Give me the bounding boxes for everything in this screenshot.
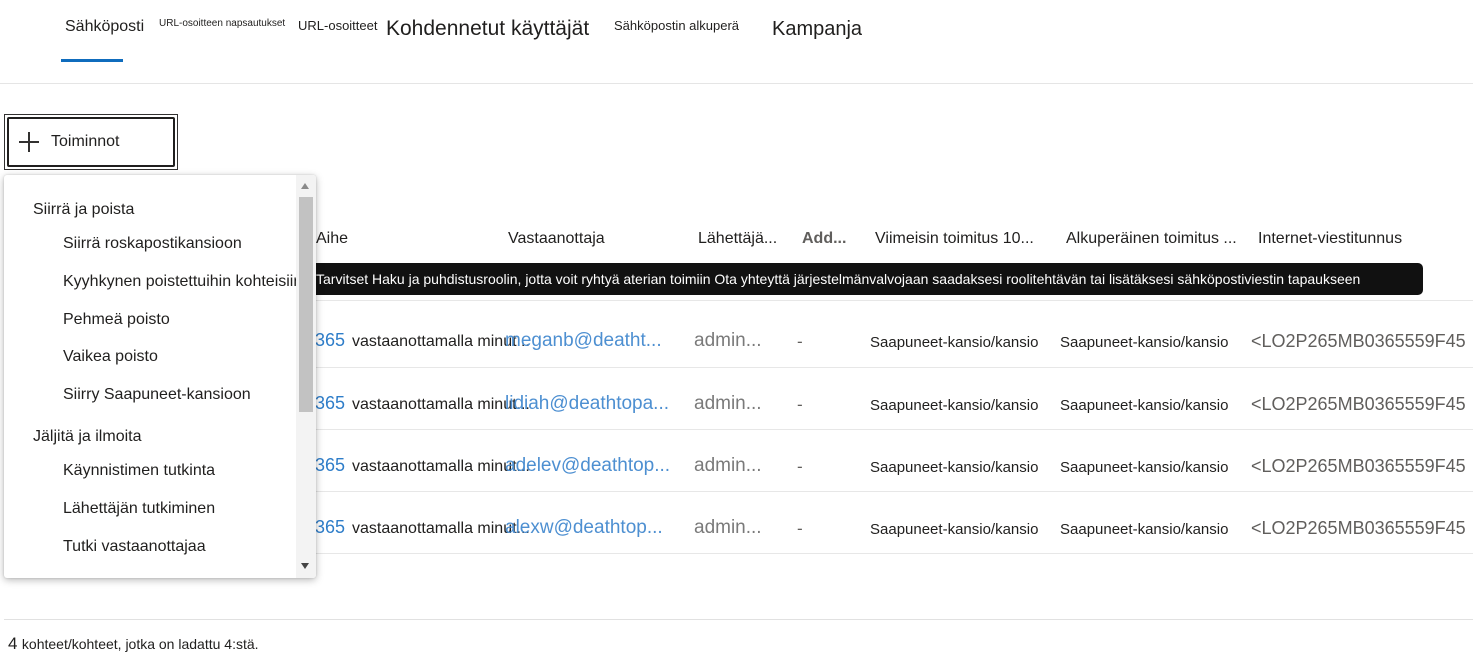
sender-cell: admin... [694, 455, 762, 476]
column-header-message-id[interactable]: Internet-viestitunnus [1258, 230, 1468, 248]
items-loaded-status: 4 kohteet/kohteet, jotka on ladattu 4:st… [8, 634, 259, 654]
row-divider [315, 429, 1473, 430]
menu-item-investigate-recipient[interactable]: Tutki vastaanottajaa [63, 538, 206, 556]
permission-tooltip: Tarvitset Haku ja puhdistusroolin, jotta… [303, 263, 1423, 295]
subject-number: 365 [315, 330, 346, 350]
footer-divider [4, 619, 1473, 620]
original-delivery-cell: Saapuneet-kansio/kansio [1060, 397, 1229, 414]
tab-email[interactable]: Sähköposti [65, 18, 144, 36]
active-tab-indicator [61, 59, 123, 62]
column-header-latest-delivery[interactable]: Viimeisin toimitus 10... [875, 230, 1055, 248]
recipient-link[interactable]: adelev@deathtop... [505, 455, 685, 477]
tab-campaign[interactable]: Kampanja [772, 18, 862, 41]
actions-dropdown-menu: Siirrä ja poista Siirrä roskapostikansio… [4, 175, 316, 578]
menu-item-move-to-inbox[interactable]: Siirry Saapuneet-kansioon [63, 386, 251, 404]
actions-label: Toiminnot [51, 133, 120, 150]
header-divider [315, 300, 1473, 301]
menu-group-track-report: Jäljitä ja ilmoita [33, 428, 142, 445]
add-cell: - [797, 457, 803, 476]
menu-item-move-to-deleted[interactable]: Kyyhkynen poistettuihin kohteisiin [63, 273, 302, 291]
row-divider [315, 367, 1473, 368]
latest-delivery-cell: Saapuneet-kansio/kansio [870, 459, 1039, 476]
subject-number: 365 [315, 393, 346, 413]
tab-urls[interactable]: URL-osoitteet [298, 18, 377, 33]
latest-delivery-cell: Saapuneet-kansio/kansio [870, 521, 1039, 538]
scroll-thumb[interactable] [299, 197, 313, 412]
recipient-link[interactable]: meganb@deatht... [505, 330, 685, 352]
original-delivery-cell: Saapuneet-kansio/kansio [1060, 521, 1229, 538]
message-id-cell: <LO2P265MB0365559F45 [1251, 394, 1466, 414]
tab-url-clicks[interactable]: URL-osoitteen napsautukset [159, 18, 285, 29]
recipient-link[interactable]: lidiah@deathtopa... [505, 393, 685, 415]
sender-cell: admin... [694, 517, 762, 538]
plus-icon [19, 132, 39, 152]
column-header-sender[interactable]: Lähettäjä... [698, 230, 793, 248]
loaded-count: 4 [8, 634, 18, 653]
latest-delivery-cell: Saapuneet-kansio/kansio [870, 397, 1039, 414]
message-id-cell: <LO2P265MB0365559F45 [1251, 456, 1466, 476]
scroll-up-arrow-icon[interactable] [301, 183, 309, 189]
row-divider [315, 491, 1473, 492]
menu-item-trigger-investigation[interactable]: Käynnistimen tutkinta [63, 462, 215, 480]
subject-number: 365 [315, 517, 346, 537]
latest-delivery-cell: Saapuneet-kansio/kansio [870, 334, 1039, 351]
menu-item-soft-delete[interactable]: Pehmeä poisto [63, 311, 170, 329]
tab-bar: Sähköposti URL-osoitteen napsautukset UR… [0, 0, 1473, 84]
actions-button[interactable]: Toiminnot [4, 114, 178, 170]
message-id-cell: <LO2P265MB0365559F45 [1251, 518, 1466, 538]
tab-email-origin[interactable]: Sähköpostin alkuperä [614, 18, 739, 33]
menu-group-move-delete: Siirrä ja poista [33, 201, 135, 218]
add-cell: - [797, 519, 803, 538]
add-cell: - [797, 332, 803, 351]
original-delivery-cell: Saapuneet-kansio/kansio [1060, 334, 1229, 351]
recipient-link[interactable]: alexw@deathtop... [505, 517, 685, 539]
column-header-original-delivery[interactable]: Alkuperäinen toimitus ... [1066, 230, 1251, 248]
sender-cell: admin... [694, 330, 762, 351]
actions-button-focus-ring: Toiminnot [7, 117, 175, 167]
menu-scrollbar[interactable] [296, 175, 316, 578]
scroll-down-arrow-icon[interactable] [301, 563, 309, 569]
column-header-recipient[interactable]: Vastaanottaja [508, 230, 688, 248]
message-id-cell: <LO2P265MB0365559F45 [1251, 331, 1466, 351]
subject-number: 365 [315, 455, 346, 475]
menu-item-hard-delete[interactable]: Vaikea poisto [63, 348, 158, 366]
original-delivery-cell: Saapuneet-kansio/kansio [1060, 459, 1229, 476]
column-header-subject[interactable]: Aihe [316, 230, 496, 248]
loaded-text: kohteet/kohteet, jotka on ladattu 4:stä. [21, 636, 259, 652]
menu-item-move-to-junk[interactable]: Siirrä roskapostikansioon [63, 235, 242, 253]
menu-item-investigate-sender[interactable]: Lähettäjän tutkiminen [63, 500, 215, 518]
tab-targeted-users[interactable]: Kohdennetut käyttäjät [386, 17, 589, 41]
sender-cell: admin... [694, 393, 762, 414]
row-divider [315, 553, 1473, 554]
add-cell: - [797, 395, 803, 414]
column-header-add[interactable]: Add... [802, 230, 864, 248]
